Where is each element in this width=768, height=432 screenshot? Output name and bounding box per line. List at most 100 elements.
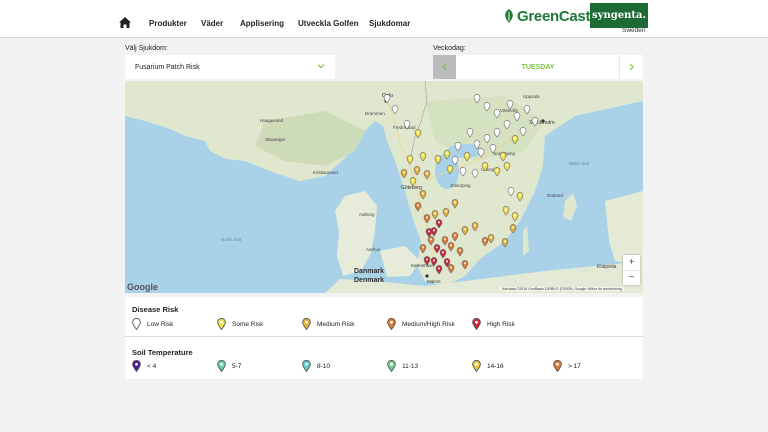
map-pin[interactable] [406, 155, 414, 165]
map-pin[interactable] [454, 142, 462, 152]
map-pin[interactable] [487, 234, 495, 244]
map-pin[interactable] [477, 148, 485, 158]
map-pin[interactable] [400, 169, 408, 179]
map-pin[interactable] [419, 244, 427, 254]
map-pin[interactable] [451, 199, 459, 209]
map-pin[interactable] [439, 249, 447, 259]
map-pin[interactable] [447, 264, 455, 274]
map-pin[interactable] [503, 120, 511, 130]
map-pin[interactable] [447, 242, 455, 252]
map-pin[interactable] [531, 117, 539, 127]
map-pin[interactable] [463, 152, 471, 162]
map-pin[interactable] [471, 169, 479, 179]
zoom-out-button[interactable]: − [623, 270, 640, 285]
map-pin[interactable] [409, 177, 417, 187]
map-pin-icon [387, 318, 396, 330]
map-pin[interactable] [466, 128, 474, 138]
map-pin[interactable] [461, 226, 469, 236]
map-pin[interactable] [414, 202, 422, 212]
map-pin[interactable] [509, 224, 517, 234]
map-pin[interactable] [481, 162, 489, 172]
map-pin[interactable] [501, 238, 509, 248]
map-pin[interactable] [483, 102, 491, 112]
map-pin[interactable] [502, 206, 510, 216]
map-pin[interactable] [419, 190, 427, 200]
map-pin[interactable] [423, 256, 431, 266]
map-pin[interactable] [493, 109, 501, 119]
map-pin[interactable] [481, 237, 489, 247]
map-attribution[interactable]: Kartdata ©2018 GeoBasis-DE/BKG (©2009), … [500, 287, 624, 291]
map-pin[interactable] [473, 140, 481, 150]
legend-item-label: Medium/High Risk [402, 320, 455, 328]
risk-map[interactable]: Oslo Drammen Fredrikstad Stavanger Hauge… [125, 81, 643, 293]
map-pin[interactable] [442, 208, 450, 218]
map-pin[interactable] [443, 150, 451, 160]
nav-vader[interactable]: Väder [201, 19, 223, 28]
greencast-logo[interactable]: GreenCast [503, 5, 590, 27]
soil-legend-item: 5-7 [217, 360, 241, 372]
legend-divider [125, 336, 643, 337]
nav-applisering[interactable]: Applisering [240, 19, 284, 28]
disease-legend-item: Medium Risk [302, 318, 355, 330]
legend-item-label: < 4 [147, 362, 157, 370]
map-pin[interactable] [425, 228, 433, 238]
map-pin[interactable] [451, 156, 459, 166]
next-day-button[interactable] [619, 55, 643, 79]
nav-utveckla-golfen[interactable]: Utveckla Golfen [298, 19, 358, 28]
nav-sjukdomar[interactable]: Sjukdomar [369, 19, 410, 28]
map-pin[interactable] [383, 94, 391, 104]
map-pin[interactable] [423, 214, 431, 224]
map-pin[interactable] [471, 222, 479, 232]
map-pin[interactable] [523, 105, 531, 115]
zoom-in-button[interactable]: + [623, 255, 640, 271]
map-pin[interactable] [433, 244, 441, 254]
disease-select-label: Välj Sjukdom: [125, 45, 168, 52]
disease-risk-title: Disease Risk [132, 305, 179, 314]
home-icon[interactable] [119, 17, 131, 28]
map-pin[interactable] [461, 260, 469, 270]
map-pin[interactable] [435, 219, 443, 229]
map-pin[interactable] [507, 187, 515, 197]
map-pin[interactable] [499, 152, 507, 162]
map-pin[interactable] [516, 192, 524, 202]
legend-item-label: Medium Risk [317, 320, 355, 328]
map-pin[interactable] [483, 134, 491, 144]
map-pin[interactable] [459, 167, 467, 177]
disease-select-value: Fusarium Patch Risk [135, 64, 200, 71]
map-pin[interactable] [434, 155, 442, 165]
map-pin[interactable] [423, 170, 431, 180]
map-pin[interactable] [431, 210, 439, 220]
map-pin[interactable] [456, 247, 464, 257]
map-pin[interactable] [513, 112, 521, 122]
map-pin[interactable] [419, 152, 427, 162]
map-pin[interactable] [441, 236, 449, 246]
map-pin[interactable] [427, 236, 435, 246]
map-pin[interactable] [511, 135, 519, 145]
map-pin[interactable] [473, 94, 481, 104]
map-pin[interactable] [391, 105, 399, 115]
legend-item-label: 8-10 [317, 362, 331, 370]
legend-item-label: Some Risk [232, 320, 264, 328]
map-pin[interactable] [430, 257, 438, 267]
nav-produkter[interactable]: Produkter [149, 19, 187, 28]
disease-legend-item: Medium/High Risk [387, 318, 455, 330]
previous-day-button[interactable] [433, 55, 456, 79]
syngenta-logo[interactable]: syngenta. [590, 3, 648, 28]
disease-legend-item: Low Risk [132, 318, 173, 330]
disease-select[interactable]: Fusarium Patch Risk [125, 55, 335, 79]
map-pin[interactable] [493, 167, 501, 177]
map-pin[interactable] [446, 165, 454, 175]
map-pin[interactable] [493, 128, 501, 138]
map-pin[interactable] [403, 120, 411, 130]
weekday-label: Veckodag: [433, 45, 466, 52]
map-pin[interactable] [511, 212, 519, 222]
map-pin[interactable] [413, 166, 421, 176]
map-pin[interactable] [506, 100, 514, 110]
map-pin[interactable] [414, 129, 422, 139]
map-pin[interactable] [519, 127, 527, 137]
map-pin[interactable] [451, 232, 459, 242]
map-pin[interactable] [489, 144, 497, 154]
map-pin[interactable] [503, 162, 511, 172]
map-pin-icon [387, 360, 396, 372]
map-pin[interactable] [435, 265, 443, 275]
